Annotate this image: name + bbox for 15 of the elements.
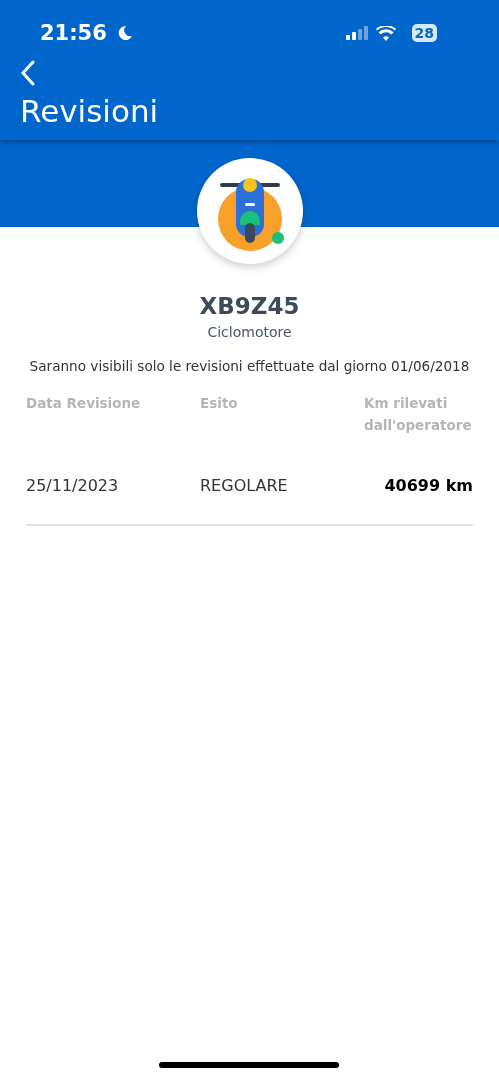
license-plate: XB9Z45 <box>198 292 301 320</box>
column-header: Data Revisione <box>26 394 142 413</box>
column-header: Esito <box>200 394 239 413</box>
status-time: 21:56 <box>40 21 107 45</box>
vehicle-type: Ciclomotore <box>206 323 293 342</box>
column-header: Km rilevati dall'operatore <box>364 394 473 435</box>
notice-text: Saranno visibili solo le revisioni effettuate dal giorno 01/06/2018 <box>28 357 471 376</box>
wifi-icon <box>375 25 396 41</box>
battery-icon: 28 <box>411 24 437 42</box>
signal-icon <box>345 26 368 40</box>
table-cell-text: 40699 km <box>383 476 473 496</box>
moon-icon <box>116 25 133 41</box>
page-title: Revisioni <box>20 92 160 131</box>
table-cell-text: REGOLARE <box>200 476 289 496</box>
table-cell-text: 25/11/2023 <box>26 476 120 496</box>
